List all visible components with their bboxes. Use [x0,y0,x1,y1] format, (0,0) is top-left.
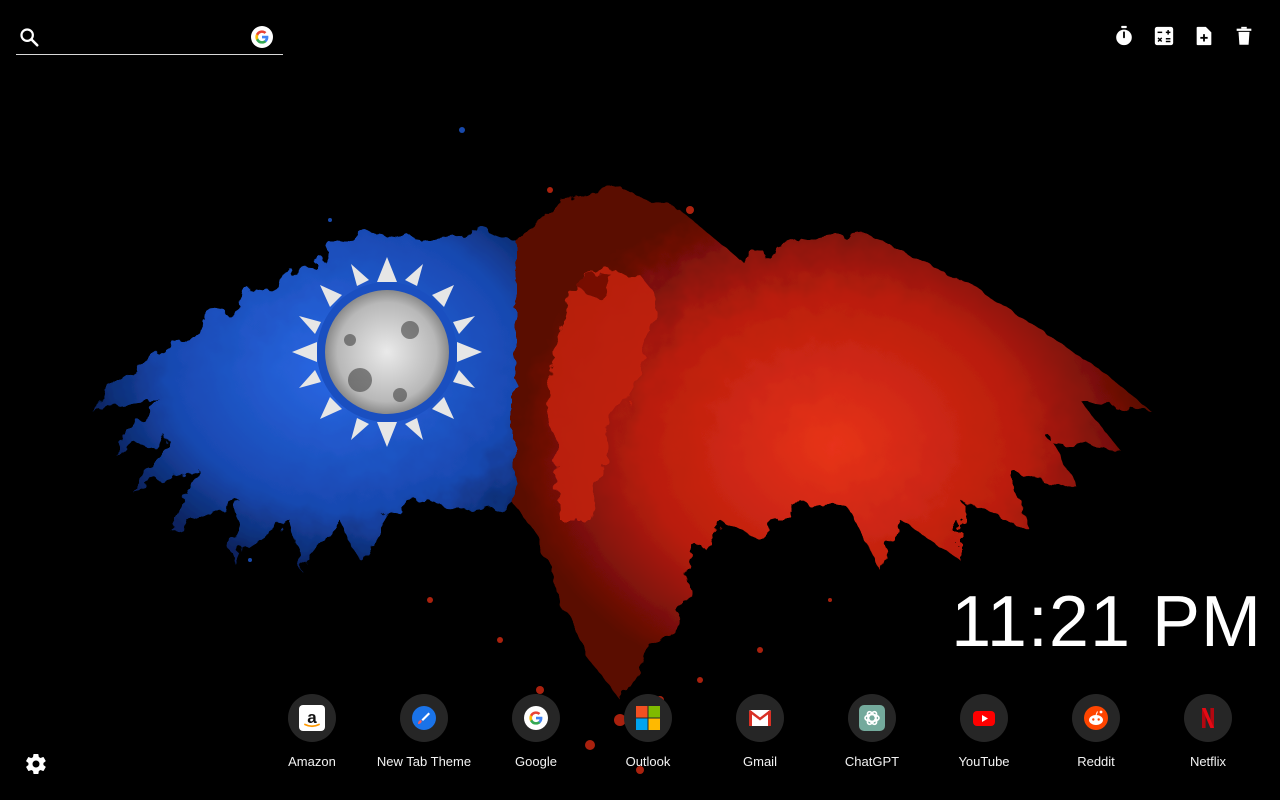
amazon-icon: a [288,694,336,742]
netflix-icon [1184,694,1232,742]
calculator-icon[interactable] [1152,24,1176,48]
search-bar [16,20,283,55]
shortcut-label: Outlook [625,754,671,769]
shortcut-new-tab-theme[interactable]: New Tab Theme [368,694,480,769]
chatgpt-icon [848,694,896,742]
shortcut-google[interactable]: Google [480,694,592,769]
reddit-icon [1072,694,1120,742]
shortcut-amazon[interactable]: a Amazon [256,694,368,769]
shortcut-label: Google [515,754,557,769]
shortcut-reddit[interactable]: Reddit [1040,694,1152,769]
shortcut-label: ChatGPT [844,754,900,769]
search-input[interactable] [50,24,250,52]
shortcut-label: Reddit [1077,754,1115,769]
shortcuts-bar: a Amazon New Tab Theme Google Outlook Gm… [256,694,1264,769]
shortcut-youtube[interactable]: YouTube [928,694,1040,769]
toolbar [1112,24,1256,48]
wallpaper-eagle [0,0,1280,800]
shortcut-label: Netflix [1189,754,1227,769]
gear-icon[interactable] [24,752,48,776]
youtube-icon [960,694,1008,742]
shortcut-label: YouTube [958,754,1010,769]
timer-icon[interactable] [1112,24,1136,48]
shortcut-label: New Tab Theme [376,754,472,769]
shortcut-label: Amazon [288,754,336,769]
google-icon [512,694,560,742]
gmail-icon [736,694,784,742]
trash-icon[interactable] [1232,24,1256,48]
microsoft-icon [624,694,672,742]
shortcut-outlook[interactable]: Outlook [592,694,704,769]
shortcut-netflix[interactable]: Netflix [1152,694,1264,769]
search-icon[interactable] [18,26,40,48]
google-g-icon[interactable] [251,26,273,48]
new-tab-page: 11:21 PM a Amazon New Tab Theme Google O… [0,0,1280,800]
shortcut-gmail[interactable]: Gmail [704,694,816,769]
svg-text:a: a [307,708,317,727]
paintbrush-icon [400,694,448,742]
shortcut-chatgpt[interactable]: ChatGPT [816,694,928,769]
shortcut-label: Gmail [743,754,777,769]
new-note-icon[interactable] [1192,24,1216,48]
clock-time: 11:21 PM [951,582,1262,662]
